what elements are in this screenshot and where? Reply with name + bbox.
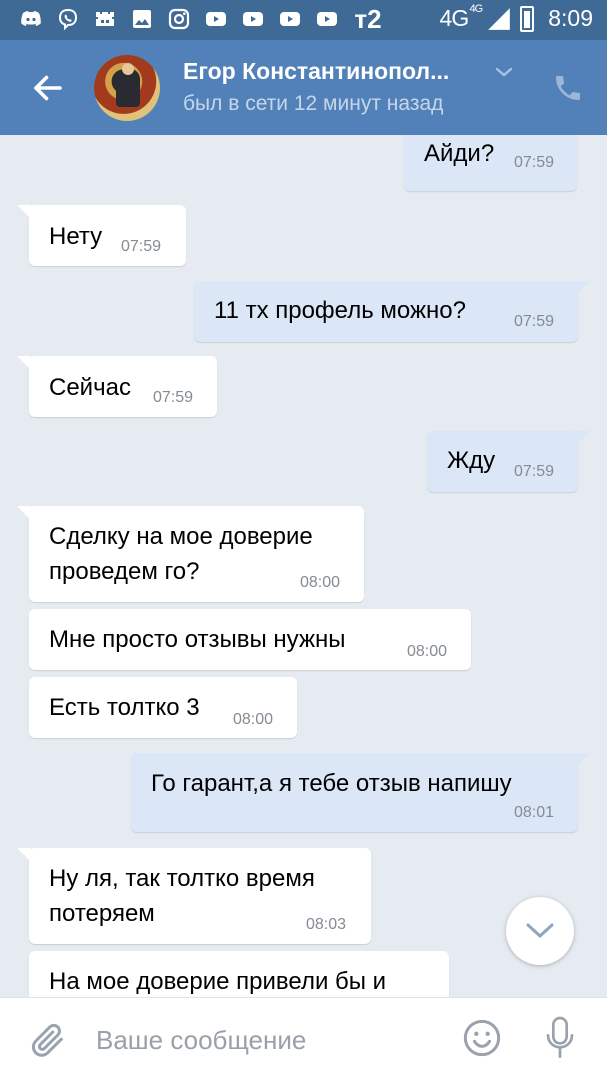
message-time: 07:59 — [153, 389, 194, 406]
back-arrow-icon[interactable] — [30, 70, 66, 106]
bubble-tail — [17, 356, 31, 370]
message-outgoing[interactable]: Го гарант,а я тебе отзыв напишу 08:01 — [131, 753, 590, 832]
scroll-to-bottom-button[interactable] — [506, 897, 574, 965]
battery-icon — [520, 5, 535, 32]
tele2-icon: т2 — [354, 3, 382, 34]
paperclip-icon[interactable] — [28, 1020, 68, 1060]
message-incoming[interactable]: На мое доверие привели бы и — [29, 951, 449, 997]
message-composer — [0, 997, 607, 1080]
youtube-icon — [203, 6, 229, 32]
bubble-tail — [17, 848, 31, 862]
message-time: 08:00 — [407, 643, 448, 660]
message-time: 08:03 — [306, 916, 347, 933]
last-seen-status: был в сети 12 минут назад — [183, 92, 444, 115]
bubble-tail — [17, 205, 31, 219]
message-text: Го гарант,а я тебе отзыв напишу — [151, 770, 512, 797]
message-list[interactable]: Айди? 07:59 Нету 07:59 11 тх профель мож… — [0, 135, 607, 997]
message-text: Айди? — [424, 140, 495, 167]
message-text: Мне просто отзывы нужны — [49, 626, 346, 653]
bubble-tail — [576, 431, 590, 445]
message-text: Жду — [447, 447, 496, 474]
message-incoming[interactable]: Сделку на мое доверие проведем го? 08:00 — [17, 506, 364, 602]
message-time: 08:00 — [300, 574, 341, 591]
emoji-icon[interactable] — [462, 1018, 502, 1058]
bubble-tail — [576, 753, 590, 767]
message-text: Сейчас — [49, 374, 131, 401]
message-text: 11 тх профель можно? — [214, 297, 466, 324]
avatar-head — [122, 63, 134, 75]
message-incoming[interactable]: Сейчас 07:59 — [17, 356, 217, 417]
message-incoming[interactable]: Нету 07:59 — [17, 205, 186, 266]
message-text: Есть толтко 3 — [49, 694, 200, 721]
message-text: На мое доверие привели бы и — [49, 968, 387, 995]
message-text: Нету — [49, 223, 103, 250]
message-time: 07:59 — [514, 463, 555, 480]
youtube-icon — [277, 6, 303, 32]
instagram-icon — [166, 6, 192, 32]
message-input[interactable] — [96, 1020, 436, 1060]
signal-icon — [488, 7, 511, 30]
system-indicators: 4G 4G 8:09 — [439, 3, 593, 32]
message-incoming[interactable]: Мне просто отзывы нужны 08:00 — [29, 609, 471, 670]
chat-header: Егор Константинопол... был в сети 12 мин… — [0, 40, 607, 135]
message-time: 07:59 — [514, 313, 555, 330]
contact-name[interactable]: Егор Константинопол... — [183, 58, 449, 85]
chevron-down-icon — [526, 923, 554, 938]
microphone-icon[interactable] — [544, 1015, 576, 1061]
message-text: Сделку на мое доверие — [49, 523, 313, 550]
message-text: Ну ля, так толтко время — [49, 865, 315, 892]
status-bar: т2 4G 4G 8:09 — [0, 0, 607, 40]
phone-icon[interactable] — [552, 72, 584, 104]
notification-icons: т2 — [18, 3, 385, 34]
message-outgoing[interactable]: Айди? 07:59 — [404, 135, 577, 191]
viber-icon — [55, 6, 81, 32]
youtube-icon — [240, 6, 266, 32]
message-outgoing[interactable]: Жду 07:59 — [427, 431, 590, 492]
message-time: 08:01 — [514, 804, 555, 821]
discord-icon — [18, 6, 44, 32]
message-text: потеряем — [49, 900, 155, 927]
avatar[interactable] — [94, 55, 160, 121]
chevron-down-icon[interactable] — [494, 64, 514, 80]
gallery-icon — [129, 6, 155, 32]
clock: 8:09 — [548, 5, 593, 31]
network-type: 4G 4G — [439, 3, 484, 31]
youtube-icon — [314, 6, 340, 32]
message-text: проведем го? — [49, 558, 200, 585]
message-incoming[interactable]: Есть толтко 3 08:00 — [29, 677, 297, 738]
game-icon — [92, 6, 118, 32]
bubble-tail — [17, 506, 31, 520]
message-time: 07:59 — [121, 238, 162, 255]
message-incoming[interactable]: Ну ля, так толтко время потеряем 08:03 — [17, 848, 371, 944]
message-outgoing[interactable]: 11 тх профель можно? 07:59 — [194, 281, 590, 342]
message-time: 07:59 — [514, 154, 555, 171]
bubble-tail — [576, 281, 590, 295]
message-time: 08:00 — [233, 711, 274, 728]
